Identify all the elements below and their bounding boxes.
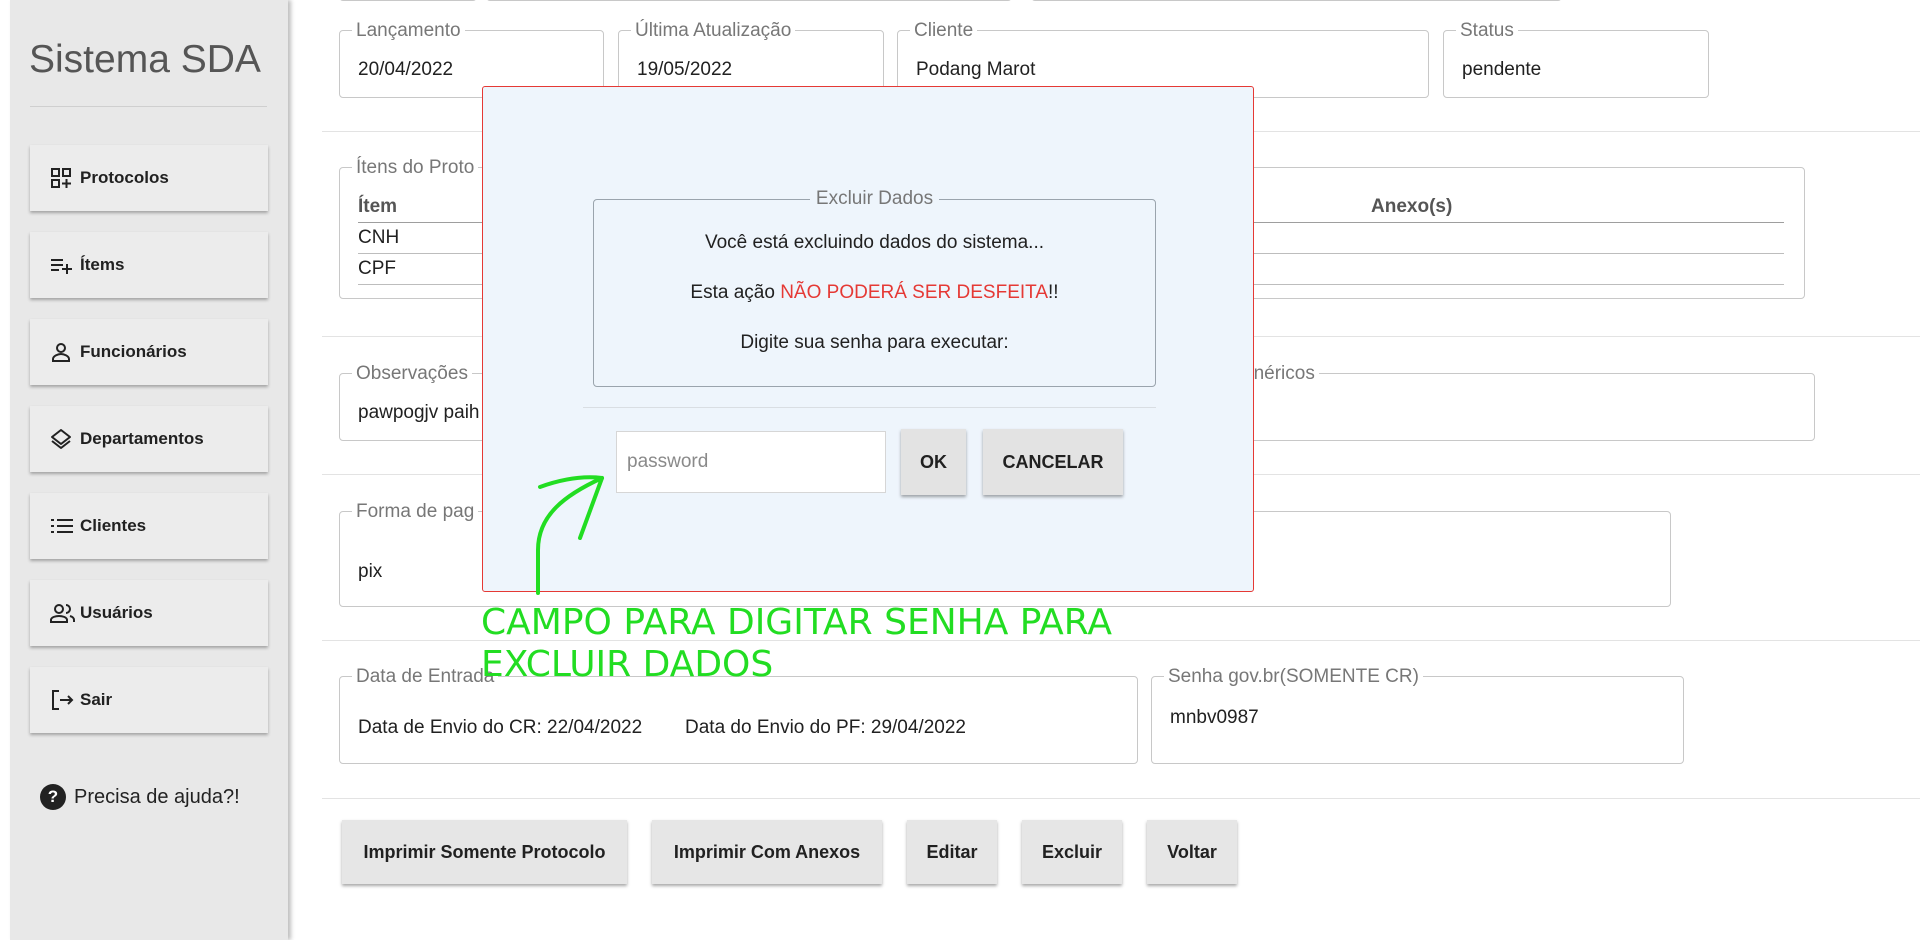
annotation-line-2: EXCLUIR DADOS (481, 644, 774, 685)
table-row: CPF (358, 258, 396, 279)
field-value: 20/04/2022 (358, 59, 454, 80)
sidebar-item-sair[interactable]: Sair (30, 667, 268, 733)
list-icon (50, 517, 80, 535)
genericos-field[interactable]: enéricos (1240, 364, 1815, 441)
sidebar-item-label: Funcionários (80, 342, 187, 361)
envio-cr-value: 22/04/2022 (547, 717, 643, 738)
logout-icon (50, 688, 80, 712)
sidebar-item-departamentos[interactable]: Departamentos (30, 406, 268, 472)
field-value: pendente (1462, 59, 1542, 80)
top-field-left[interactable] (339, 0, 477, 1)
dialog-line-2-pre: Esta ação (690, 282, 781, 303)
field-label: Observações (352, 364, 472, 384)
field-value: Podang Marot (916, 59, 1036, 80)
sidebar-item-label: Sair (80, 690, 113, 709)
field-value: pawpogjv paih (358, 402, 480, 423)
annotation-arrow-icon (536, 475, 604, 595)
annotation-text: CAMPO PARA DIGITAR SENHA PARA EXCLUIR DA… (481, 602, 1112, 686)
field-label: Data de Entrada (352, 667, 499, 687)
sidebar-item-label: Usuários (80, 603, 153, 622)
delete-button[interactable]: Excluir (1022, 820, 1122, 884)
status-field[interactable]: Status pendente (1443, 21, 1709, 98)
grid-add-icon (50, 167, 80, 189)
envio-pf-value: 29/04/2022 (870, 717, 966, 738)
sidebar-item-clientes[interactable]: Clientes (30, 493, 268, 559)
col-anexos-header: Anexo(s) (1371, 196, 1453, 217)
help-icon: ? (40, 784, 66, 810)
field-label: Lançamento (352, 21, 465, 41)
people-icon (50, 603, 80, 623)
ok-button[interactable]: OK (901, 429, 966, 495)
dialog-line-2-post: !! (1048, 282, 1059, 303)
dialog-message-box: Excluir Dados Você está excluindo dados … (593, 188, 1156, 387)
envio-cr: Data de Envio do CR: 22/04/2022 (358, 717, 642, 739)
field-value: 19/05/2022 (637, 59, 733, 80)
field-label: Última Atualização (631, 21, 796, 41)
field-label: Forma de pag (352, 502, 479, 522)
field-label: Status (1456, 21, 1518, 41)
help-link[interactable]: ? Precisa de ajuda?! (40, 784, 240, 810)
dialog-line-3: Digite sua senha para executar: (740, 332, 1009, 353)
print-attachments-button[interactable]: Imprimir Com Anexos (652, 820, 882, 884)
sidebar-item-label: Protocolos (80, 168, 169, 187)
sidebar-item-funcionarios[interactable]: Funcionários (30, 319, 268, 385)
envio-cr-label: Data de Envio do CR: (358, 717, 542, 738)
field-label: Senha gov.br(SOMENTE CR) (1164, 667, 1423, 687)
field-value: mnbv0987 (1170, 707, 1259, 728)
sidebar-divider (30, 106, 267, 107)
field-label: Cliente (910, 21, 978, 41)
items-legend: Ítens do Proto (352, 158, 479, 178)
playlist-add-icon (50, 256, 80, 274)
senha-gov-field[interactable]: Senha gov.br(SOMENTE CR) mnbv0987 (1151, 667, 1684, 764)
back-button[interactable]: Voltar (1147, 820, 1237, 884)
top-field-right[interactable] (1031, 0, 1562, 1)
sidebar: Sistema SDA Protocolos Ítems Funcionário… (10, 0, 288, 940)
col-item-header: Ítem (358, 196, 398, 217)
cancel-button[interactable]: CANCELAR (983, 429, 1123, 495)
table-row: CNH (358, 227, 400, 248)
password-input[interactable] (616, 431, 886, 493)
dialog-title: Excluir Dados (594, 188, 1155, 210)
top-field-mid[interactable] (486, 0, 1012, 1)
sidebar-item-label: Clientes (80, 516, 147, 535)
envio-pf: Data do Envio do PF: 29/04/2022 (685, 717, 966, 739)
dialog-line-1: Você está excluindo dados do sistema... (704, 232, 1045, 253)
annotation-line-1: CAMPO PARA DIGITAR SENHA PARA (481, 602, 1112, 643)
app-title: Sistema SDA (29, 38, 261, 81)
section-divider (322, 798, 1920, 799)
dialog-separator (583, 407, 1156, 408)
edit-button[interactable]: Editar (907, 820, 997, 884)
sidebar-item-items[interactable]: Ítems (30, 232, 268, 298)
sidebar-item-label: Departamentos (80, 429, 204, 448)
sidebar-item-protocolos[interactable]: Protocolos (30, 145, 268, 211)
person-icon (50, 341, 80, 363)
sidebar-item-usuarios[interactable]: Usuários (30, 580, 268, 646)
data-entrada-fieldset: Data de Entrada Data de Envio do CR: 22/… (339, 667, 1138, 764)
help-label: Precisa de ajuda?! (74, 785, 240, 808)
dialog-title-text: Excluir Dados (809, 188, 940, 209)
print-protocol-button[interactable]: Imprimir Somente Protocolo (342, 820, 627, 884)
dialog-warning-text: NÃO PODERÁ SER DESFEITA (780, 282, 1049, 303)
layers-icon (50, 428, 80, 450)
envio-pf-label: Data do Envio do PF: (685, 717, 866, 738)
field-value: pix (358, 561, 383, 582)
sidebar-item-label: Ítems (80, 255, 125, 274)
dialog-line-2: Esta ação NÃO PODERÁ SER DESFEITA!! (594, 282, 1155, 304)
